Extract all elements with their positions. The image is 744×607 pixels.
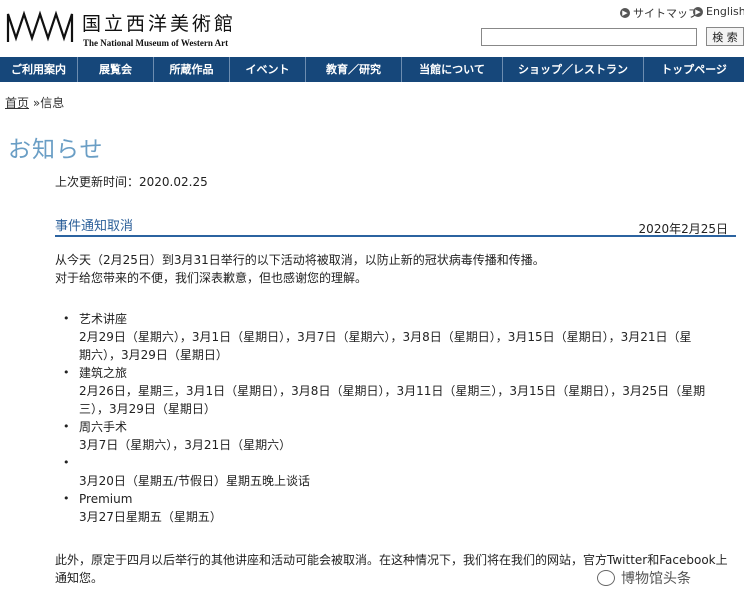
sitemap-label: サイトマップ xyxy=(633,7,699,20)
notice-title: 事件通知取消 xyxy=(55,219,134,234)
notice-intro-line-1: 从今天（2月25日）到3月31日举行的以下活动将被取消，以防止新的冠状病毒传播和… xyxy=(55,253,545,267)
page-title: お知らせ xyxy=(8,137,104,163)
nav-item-education[interactable]: 教育／研究 xyxy=(306,57,402,82)
nav-item-exhibitions[interactable]: 展覧会 xyxy=(78,57,154,82)
event-dates: 2月29日（星期六），3月1日（星期日），3月7日（星期六），3月8日（星期日）… xyxy=(79,330,692,344)
arrow-circle-icon: ▶ xyxy=(693,6,703,17)
list-item: Premium 3月27日星期五（星期五） xyxy=(60,490,736,526)
notice-intro-line-2: 对于给您带来的不便，我们深表歉意，但也感谢您的理解。 xyxy=(55,271,368,285)
watermark-text: 博物馆头条 xyxy=(621,571,691,587)
list-item: 艺术讲座 2月29日（星期六），3月1日（星期日），3月7日（星期六），3月8日… xyxy=(60,310,736,364)
notice-header: 事件通知取消 2020年2月25日 xyxy=(55,215,736,237)
last-updated: 上次更新时间：2020.02.25 xyxy=(55,175,208,189)
event-name: 周六手术 xyxy=(79,420,128,434)
event-name: 艺术讲座 xyxy=(79,312,128,326)
breadcrumb-current: 信息 xyxy=(40,96,65,110)
list-item: 3月20日（星期五/节假日）星期五晚上谈话 xyxy=(60,454,736,490)
event-dates: 2月26日，星期三，3月1日（星期日），3月8日（星期日），3月11日（星期三）… xyxy=(79,384,706,398)
logo-title-jp[interactable]: 国立西洋美術館 xyxy=(82,9,236,36)
english-link[interactable]: ▶ English xyxy=(693,5,744,18)
event-name: 建筑之旅 xyxy=(79,366,128,380)
notice-date: 2020年2月25日 xyxy=(638,222,728,236)
search-button[interactable]: 検 索 xyxy=(706,27,744,46)
notice-outro-line-2: 通知您。 xyxy=(55,571,104,585)
watermark: 博物馆头条 xyxy=(597,568,691,588)
english-label: English xyxy=(706,5,744,18)
museum-logo-icon[interactable] xyxy=(6,10,76,44)
cancelled-events-list: 艺术讲座 2月29日（星期六），3月1日（星期日），3月7日（星期六），3月8日… xyxy=(60,310,736,526)
logo-title-en[interactable]: The National Museum of Western Art xyxy=(83,38,228,48)
site-header: 国立西洋美術館 The National Museum of Western A… xyxy=(0,0,744,57)
nav-item-events[interactable]: イベント xyxy=(230,57,306,82)
event-name: Premium xyxy=(79,492,133,506)
sitemap-link[interactable]: ▶ サイトマップ xyxy=(620,5,699,21)
main-nav: ご利用案内 展覧会 所蔵作品 イベント 教育／研究 当館について ショップ／レス… xyxy=(0,57,744,82)
nav-item-shop[interactable]: ショップ／レストラン xyxy=(503,57,644,82)
breadcrumb-home-link[interactable]: 首页 xyxy=(5,96,29,110)
list-item: 建筑之旅 2月26日，星期三，3月1日（星期日），3月8日（星期日），3月11日… xyxy=(60,364,736,418)
arrow-circle-icon: ▶ xyxy=(620,8,630,18)
nav-item-top[interactable]: トップページ xyxy=(644,57,744,82)
wechat-icon xyxy=(597,570,615,586)
event-dates-cont: 期六），3月29日（星期日） xyxy=(79,348,228,362)
nav-item-about[interactable]: 当館について xyxy=(402,57,503,82)
event-dates-cont: 三），3月29日（星期日） xyxy=(79,402,216,416)
breadcrumb: 首页 »信息 xyxy=(5,94,64,111)
nav-item-collection[interactable]: 所蔵作品 xyxy=(154,57,230,82)
event-dates: 3月27日星期五（星期五） xyxy=(79,510,222,524)
event-dates: 3月20日（星期五/节假日）星期五晚上谈话 xyxy=(79,474,310,488)
list-item: 周六手术 3月7日（星期六），3月21日（星期六） xyxy=(60,418,736,454)
event-name xyxy=(79,454,736,472)
notice-outro-line-1: 此外，原定于四月以后举行的其他讲座和活动可能会被取消。在这种情况下，我们将在我们… xyxy=(55,553,728,567)
event-dates: 3月7日（星期六），3月21日（星期六） xyxy=(79,438,292,452)
nav-item-guide[interactable]: ご利用案内 xyxy=(0,57,78,82)
search-input[interactable] xyxy=(481,28,697,46)
